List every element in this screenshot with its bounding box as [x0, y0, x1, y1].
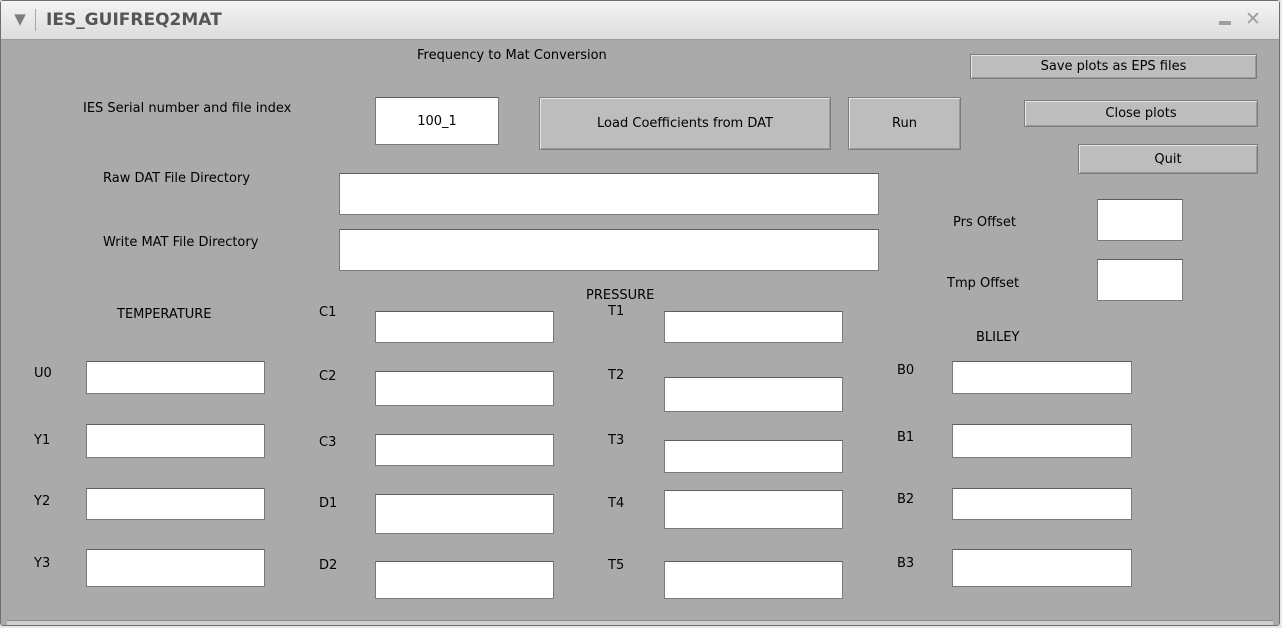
tmp-offset-input[interactable]	[1097, 259, 1183, 301]
raw-dir-input[interactable]	[339, 173, 879, 215]
minimize-icon[interactable]	[1216, 11, 1234, 29]
write-dir-label: Write MAT File Directory	[103, 235, 259, 250]
c1-label: C1	[319, 305, 337, 320]
title-separator	[35, 9, 36, 31]
run-button[interactable]: Run	[848, 97, 961, 150]
b1-input[interactable]	[952, 424, 1132, 458]
t4-label: T4	[608, 496, 625, 511]
load-coefficients-button[interactable]: Load Coefficients from DAT	[539, 97, 831, 150]
title-bar[interactable]: ▼ IES_GUIFREQ2MAT ✕	[1, 1, 1279, 40]
tmp-offset-label: Tmp Offset	[947, 276, 1020, 291]
pressure-header: PRESSURE	[586, 288, 655, 303]
t3-input[interactable]	[664, 440, 843, 473]
prs-offset-input[interactable]	[1097, 199, 1183, 241]
u0-label: U0	[34, 366, 52, 381]
write-dir-input[interactable]	[339, 229, 879, 271]
b2-label: B2	[897, 492, 915, 507]
page-heading: Frequency to Mat Conversion	[417, 48, 607, 63]
t2-input[interactable]	[664, 377, 843, 412]
b3-input[interactable]	[952, 549, 1132, 587]
t5-input[interactable]	[664, 561, 843, 599]
b3-label: B3	[897, 556, 915, 571]
t1-input[interactable]	[664, 311, 843, 343]
y2-input[interactable]	[86, 488, 265, 520]
close-icon[interactable]: ✕	[1243, 9, 1263, 29]
b0-label: B0	[897, 363, 915, 378]
t4-input[interactable]	[664, 490, 843, 529]
d1-input[interactable]	[375, 494, 554, 534]
u0-input[interactable]	[86, 361, 265, 394]
y3-input[interactable]	[86, 549, 265, 587]
y1-label: Y1	[34, 433, 51, 448]
main-panel: Frequency to Mat Conversion IES Serial n…	[1, 40, 1279, 625]
window-title: IES_GUIFREQ2MAT	[46, 10, 222, 30]
close-plots-button[interactable]: Close plots	[1024, 100, 1258, 127]
window-menu-icon[interactable]: ▼	[10, 9, 30, 29]
c2-label: C2	[319, 369, 337, 384]
serial-input[interactable]	[375, 97, 499, 145]
y2-label: Y2	[34, 494, 51, 509]
bliley-header: BLILEY	[976, 330, 1020, 345]
c2-input[interactable]	[375, 371, 554, 406]
b1-label: B1	[897, 430, 915, 445]
serial-label: IES Serial number and file index	[83, 101, 292, 116]
save-eps-button[interactable]: Save plots as EPS files	[970, 54, 1257, 79]
prs-offset-label: Prs Offset	[953, 215, 1016, 230]
temperature-header: TEMPERATURE	[117, 307, 212, 322]
t5-label: T5	[608, 558, 625, 573]
c1-input[interactable]	[375, 311, 554, 343]
y3-label: Y3	[34, 556, 51, 571]
c3-input[interactable]	[375, 434, 554, 466]
window-bottom-edge	[7, 620, 1273, 625]
d2-label: D2	[319, 558, 338, 573]
d1-label: D1	[319, 496, 338, 511]
t2-label: T2	[608, 368, 625, 383]
b0-input[interactable]	[952, 361, 1132, 394]
c3-label: C3	[319, 435, 337, 450]
y1-input[interactable]	[86, 424, 265, 458]
t1-label: T1	[608, 304, 625, 319]
t3-label: T3	[608, 433, 625, 448]
app-window: ▼ IES_GUIFREQ2MAT ✕ Frequency to Mat Con…	[0, 0, 1280, 626]
d2-input[interactable]	[375, 561, 554, 599]
b2-input[interactable]	[952, 488, 1132, 520]
raw-dir-label: Raw DAT File Directory	[103, 171, 251, 186]
quit-button[interactable]: Quit	[1078, 144, 1258, 174]
